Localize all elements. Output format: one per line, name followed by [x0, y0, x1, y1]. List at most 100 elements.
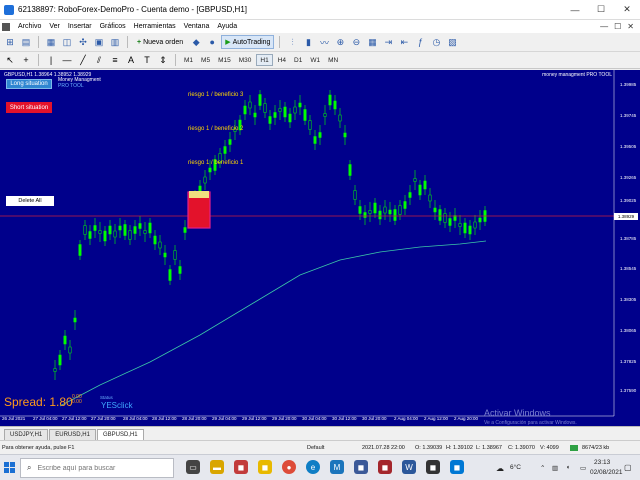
timeframe-m15[interactable]: M15: [215, 54, 234, 66]
menu-ventana[interactable]: Ventana: [180, 23, 214, 30]
clock-time[interactable]: 23:13: [594, 459, 610, 466]
text-icon[interactable]: A: [124, 53, 138, 67]
tab-gbpusd[interactable]: GBPUSD,H1: [96, 429, 144, 440]
new-chart-icon[interactable]: ⊞: [3, 35, 17, 49]
data-window-icon[interactable]: ◫: [60, 35, 74, 49]
plus-icon: +: [137, 38, 142, 46]
timeframe-m5[interactable]: M5: [198, 54, 213, 66]
new-order-button[interactable]: + Nueva orden: [133, 35, 187, 49]
money-management-pro: PRO TOOL: [58, 83, 84, 89]
file-explorer-icon[interactable]: ▬: [210, 460, 224, 474]
x-tick: 30 Jul 20:00: [362, 416, 387, 421]
menu-insertar[interactable]: Insertar: [64, 23, 96, 30]
label-icon[interactable]: T: [140, 53, 154, 67]
zoom-in-icon[interactable]: ⊕: [333, 35, 347, 49]
chrome-icon[interactable]: ●: [282, 460, 296, 474]
menu-ayuda[interactable]: Ayuda: [213, 23, 241, 30]
candle-body: [138, 223, 142, 229]
timeframe-m30[interactable]: M30: [236, 54, 255, 66]
child-restore-icon[interactable]: ☐: [614, 22, 621, 31]
fibonacci-icon[interactable]: ≡: [108, 53, 122, 67]
timeframe-h1[interactable]: H1: [256, 54, 273, 66]
tab-eurusd[interactable]: EURUSD,H1: [49, 429, 96, 440]
arrows-icon[interactable]: ⇕: [156, 53, 170, 67]
signals-icon[interactable]: ●: [205, 35, 219, 49]
search-input[interactable]: [37, 464, 168, 472]
menu-archivo[interactable]: Archivo: [14, 23, 45, 30]
delete-all-button[interactable]: Delete All: [6, 196, 54, 206]
minimize-button[interactable]: —: [562, 0, 588, 20]
volume-icon[interactable]: ◖: [566, 464, 570, 471]
child-minimize-icon[interactable]: —: [600, 22, 608, 31]
tile-windows-icon[interactable]: ▦: [365, 35, 379, 49]
navigator-icon[interactable]: ✣: [76, 35, 90, 49]
app-icon-1[interactable]: ◼: [234, 460, 248, 474]
periods-icon[interactable]: ◷: [429, 35, 443, 49]
candle-body: [208, 167, 212, 173]
taskbar-search[interactable]: ⌕: [20, 458, 174, 478]
battery-icon[interactable]: ▭: [580, 464, 586, 472]
profiles-icon[interactable]: ▤: [19, 35, 33, 49]
candle-chart-icon[interactable]: ▮: [301, 35, 315, 49]
menu-herramientas[interactable]: Herramientas: [130, 23, 180, 30]
play-icon: ▶: [225, 39, 231, 46]
menu-ver[interactable]: Ver: [45, 23, 64, 30]
short-situation-button[interactable]: Short situation: [6, 102, 52, 113]
close-button[interactable]: ✕: [614, 0, 640, 20]
windows-start-icon[interactable]: [4, 462, 15, 473]
tester-icon[interactable]: ▥: [108, 35, 122, 49]
menu-graficos[interactable]: Gráficos: [96, 23, 130, 30]
app-icon-6[interactable]: ◼: [450, 460, 464, 474]
candle-body: [128, 230, 132, 240]
timeframe-m1[interactable]: M1: [181, 54, 196, 66]
metatrader-icon[interactable]: M: [330, 460, 344, 474]
chart-shift-icon[interactable]: ⇤: [397, 35, 411, 49]
tray-chevron-icon[interactable]: ⌃: [540, 464, 545, 472]
templates-icon[interactable]: ▧: [445, 35, 459, 49]
channel-icon[interactable]: ⫽: [92, 53, 106, 67]
temperature[interactable]: 6°C: [510, 464, 521, 471]
vertical-line-icon[interactable]: |: [44, 53, 58, 67]
word-icon[interactable]: W: [402, 460, 416, 474]
indicators-icon[interactable]: ƒ: [413, 35, 427, 49]
meta-editor-icon[interactable]: ◆: [189, 35, 203, 49]
task-view-icon[interactable]: ▭: [186, 460, 200, 474]
child-close-icon[interactable]: ✕: [627, 22, 634, 31]
timeframe-mn[interactable]: MN: [325, 54, 341, 66]
tab-usdjpy[interactable]: USDJPY,H1: [4, 429, 49, 440]
candle-body: [413, 178, 417, 182]
separator: [38, 36, 39, 48]
market-watch-icon[interactable]: ▦: [44, 35, 58, 49]
bar-chart-icon[interactable]: ⫶: [285, 35, 299, 49]
x-tick: 28 Jul 20:00: [182, 416, 207, 421]
candle-body: [478, 217, 482, 223]
terminal-icon[interactable]: ▣: [92, 35, 106, 49]
timeframe-w1[interactable]: W1: [307, 54, 323, 66]
crosshair-icon[interactable]: +: [19, 53, 33, 67]
app-icon-2[interactable]: ◼: [258, 460, 272, 474]
weather-icon[interactable]: ☁: [496, 464, 504, 473]
line-chart-icon[interactable]: 〰: [317, 35, 331, 49]
price-chart[interactable]: GBPUSD,H1 1.38964 1.38952 1.38929 Money …: [0, 70, 640, 426]
app-icon-4[interactable]: ◼: [378, 460, 392, 474]
network-icon[interactable]: ▥: [552, 464, 558, 472]
horizontal-line-icon[interactable]: —: [60, 53, 74, 67]
long-situation-button[interactable]: Long situation: [6, 79, 52, 89]
candle-body: [428, 194, 432, 202]
candle-body: [318, 132, 322, 138]
cursor-icon[interactable]: ↖: [3, 53, 17, 67]
clock-date[interactable]: 02/08/2021: [590, 469, 623, 476]
maximize-button[interactable]: ☐: [588, 0, 614, 20]
app-icon-5[interactable]: ◼: [426, 460, 440, 474]
autotrading-button[interactable]: ▶ AutoTrading: [221, 35, 275, 49]
status-value[interactable]: YESclick: [101, 401, 133, 410]
trendline-icon[interactable]: ╱: [76, 53, 90, 67]
timeframe-d1[interactable]: D1: [291, 54, 305, 66]
notifications-icon[interactable]: ▢: [624, 463, 632, 472]
x-tick: 2 Aug 04:00: [394, 416, 419, 421]
timeframe-h4[interactable]: H4: [275, 54, 289, 66]
app-icon-3[interactable]: ◼: [354, 460, 368, 474]
zoom-out-icon[interactable]: ⊖: [349, 35, 363, 49]
auto-scroll-icon[interactable]: ⇥: [381, 35, 395, 49]
edge-icon[interactable]: e: [306, 460, 320, 474]
